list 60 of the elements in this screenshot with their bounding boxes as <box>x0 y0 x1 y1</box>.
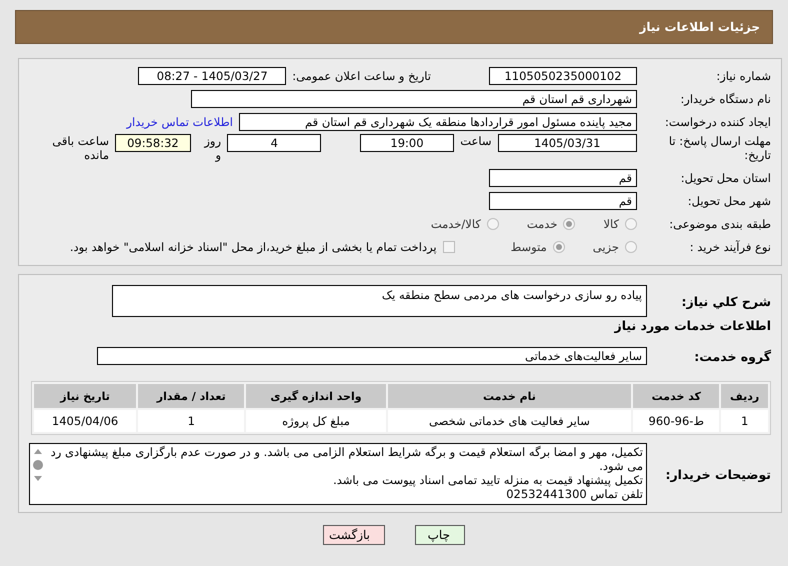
radio-button[interactable] <box>552 241 565 253</box>
radio-label: کالا/خدمت <box>430 217 481 231</box>
radio-label: جزیی <box>592 240 619 254</box>
field-label: نام دستگاه خریدار: <box>679 92 771 106</box>
table-cell: 1405/04/06 <box>34 410 136 432</box>
field-label: شرح کلي نياز: <box>680 294 771 308</box>
radio-label: کالا <box>603 217 619 231</box>
column-header: تاریخ نیاز <box>34 384 136 408</box>
field-label: مهلت ارسال پاسخ: تا تاریخ: <box>668 134 771 162</box>
section-title: اطلاعات خدمات مورد نیاز <box>614 318 771 333</box>
note-line: تکمیل، مهر و امضا برگه استعلام قیمت و برگه شرایط استعلام الزامی می باشد. و در صورت عدم بارگزاری مبلغ پیشنهادی رد می شود. <box>50 445 643 473</box>
remaining-time-field[interactable]: 09:58:32 <box>115 134 191 152</box>
page-title: جزئیات اطلاعات نیاز <box>639 20 760 34</box>
field-label: شهر محل تحویل: <box>686 194 771 208</box>
field-label: شماره نیاز: <box>715 69 771 83</box>
table-cell: مبلغ کل پروژه <box>246 410 386 432</box>
column-header: نام خدمت <box>388 384 632 408</box>
table-cell: 1 <box>138 410 244 432</box>
checkbox-label: پرداخت تمام یا بخشی از مبلغ خرید،از محل "اسناد خزانه اسلامی" خواهد بود. <box>70 240 437 254</box>
province-field[interactable]: قم <box>489 169 637 187</box>
radio-button[interactable] <box>563 218 576 230</box>
table-cell: 1 <box>721 410 768 432</box>
city-field[interactable]: قم <box>489 192 637 210</box>
note-line: تکمیل پیشنهاد قیمت به منزله تایید تمامی اسناد پیوست می باشد. <box>332 473 643 487</box>
column-header: تعداد / مقدار <box>138 384 244 408</box>
field-label: گروه خدمت: <box>693 348 771 364</box>
field-label: ساعت <box>460 134 492 148</box>
radio-label: متوسط <box>510 240 547 254</box>
column-header: کد خدمت <box>633 384 720 408</box>
radio-label: خدمت <box>526 217 558 231</box>
buyer-notes-field[interactable] <box>29 443 647 505</box>
buyer-field[interactable]: شهرداری قم استان قم <box>191 90 637 108</box>
field-label: نوع فرآیند خرید : <box>688 240 771 254</box>
table-cell: ط-96-960 <box>633 410 720 432</box>
buyer-contact-link[interactable]: اطلاعات تماس خریدار <box>126 115 233 129</box>
field-label: ساعت باقی مانده <box>51 134 110 162</box>
deadline-date-field[interactable]: 1405/03/31 <box>498 134 637 152</box>
creator-field[interactable]: مجید پاینده مسئول امور قراردادها منطقه یک شهرداری قم استان قم <box>239 113 637 131</box>
radio-button[interactable] <box>625 218 637 230</box>
print-button[interactable]: چاپ <box>415 525 465 545</box>
field-label: روز و <box>202 134 222 162</box>
column-header: واحد اندازه گیری <box>246 384 386 408</box>
column-header: ردیف <box>721 384 768 408</box>
summary-field[interactable]: پیاده رو سازی درخواست های مردمی سطح منطقه یک <box>112 285 647 317</box>
need-number-field[interactable]: 1105050235000102 <box>489 67 637 85</box>
field-label: استان محل تحویل: <box>680 171 771 185</box>
field-label: تاریخ و ساعت اعلان عمومی: <box>292 69 431 83</box>
days-field[interactable]: 4 <box>227 134 322 152</box>
field-label: طبقه بندی موضوعی: <box>668 217 771 231</box>
field-label: ایجاد کننده درخواست: <box>664 115 771 129</box>
table-cell: سایر فعالیت های خدماتی شخصی <box>388 410 632 432</box>
radio-button[interactable] <box>486 218 499 230</box>
service-group-field[interactable]: سایر فعالیت‌های خدماتی <box>97 347 647 365</box>
deadline-time-field[interactable]: 19:00 <box>360 134 454 152</box>
announce-date-field[interactable]: 1405/03/27 - 08:27 <box>138 67 286 85</box>
checkbox[interactable] <box>442 241 455 253</box>
field-label: توضیحات خریدار: <box>664 466 771 482</box>
radio-button[interactable] <box>625 241 637 253</box>
note-line: تلفن تماس 02532441300 <box>505 487 643 501</box>
back-button[interactable]: بازگشت <box>323 525 385 545</box>
